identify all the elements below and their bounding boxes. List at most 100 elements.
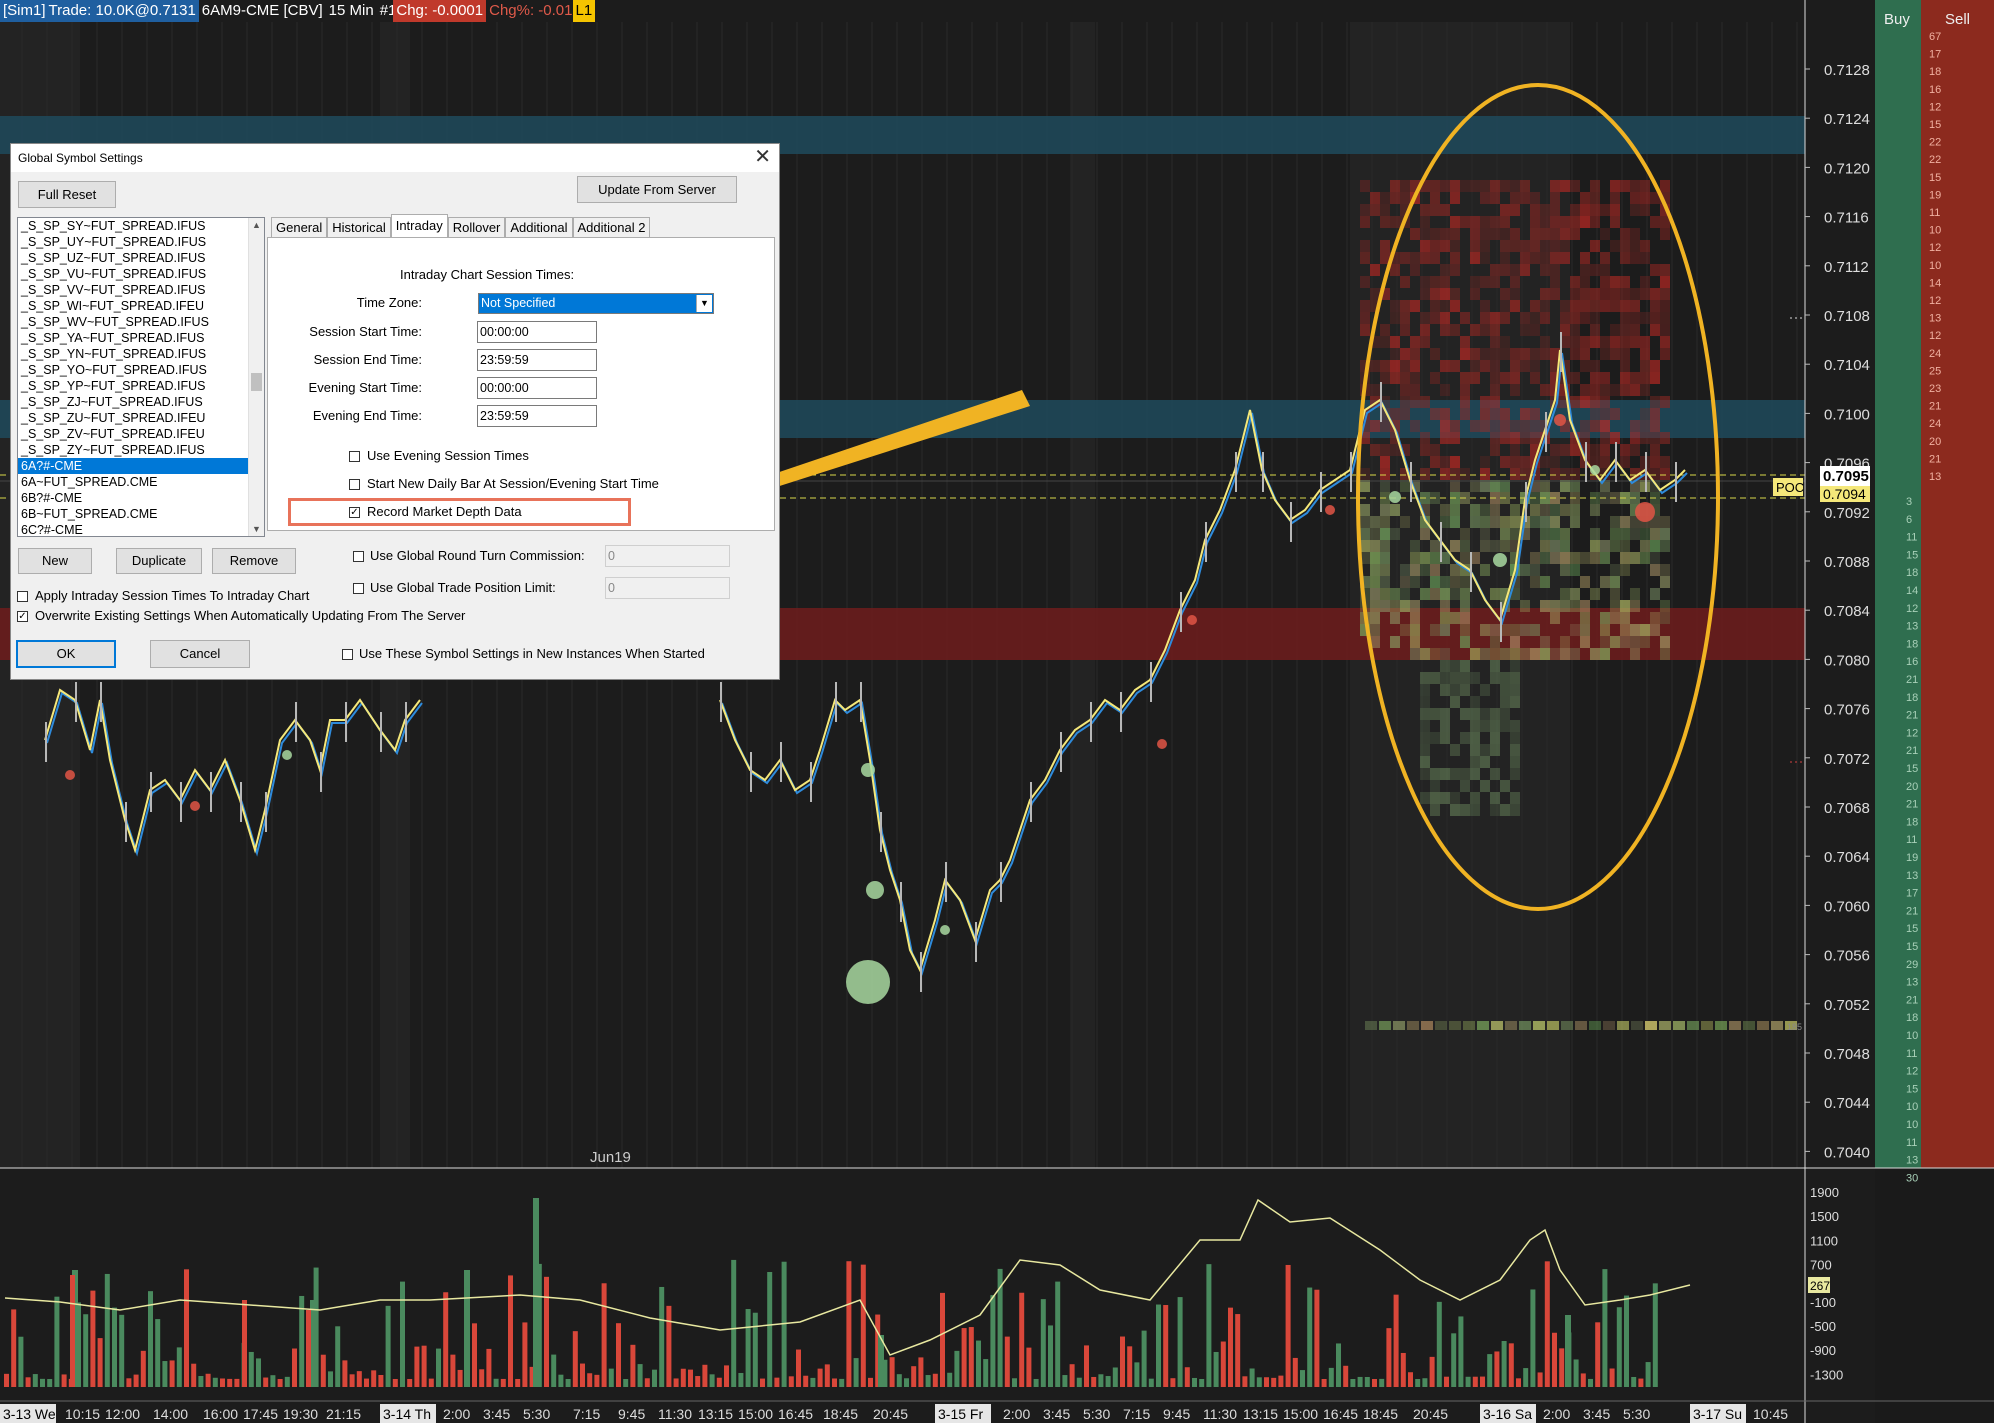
symbol-list-item[interactable]: _S_SP_ZY~FUT_SPREAD.IFUS: [18, 442, 264, 458]
use-new-instances-checkbox[interactable]: [342, 649, 353, 660]
symbol-list-item[interactable]: _S_SP_ZV~FUT_SPREAD.IFEU: [18, 426, 264, 442]
symbol-list-scrollbar[interactable]: ▲ ▼: [248, 218, 264, 536]
remove-button[interactable]: Remove: [212, 548, 296, 574]
symbol-list-item[interactable]: _S_SP_VU~FUT_SPREAD.IFUS: [18, 266, 264, 282]
tab-additional[interactable]: Additional: [505, 217, 573, 237]
session-start-input[interactable]: 00:00:00: [477, 321, 597, 343]
depth-heat-cell: [1500, 372, 1510, 384]
symbol-list[interactable]: _S_SP_SY~FUT_SPREAD.IFUS _S_SP_UY~FUT_SPR…: [17, 217, 265, 537]
volume-bar: [54, 1296, 60, 1387]
depth-heat-cell: [1500, 300, 1510, 312]
volume-bar: [1184, 1367, 1190, 1387]
symbol-list-item[interactable]: _S_SP_YO~FUT_SPREAD.IFUS: [18, 362, 264, 378]
symbol-list-item[interactable]: 6B?#-CME: [18, 490, 264, 506]
depth-heat-cell: [1580, 252, 1590, 264]
close-icon[interactable]: ✕: [754, 146, 771, 168]
volume-bar: [896, 1374, 902, 1387]
volume-bar: [205, 1373, 211, 1387]
use-evening-checkbox[interactable]: [349, 451, 360, 462]
symbol-list-item[interactable]: 6A~FUT_SPREAD.CME: [18, 474, 264, 490]
overwrite-checkbox[interactable]: ✓: [17, 611, 28, 622]
apply-intraday-checkbox[interactable]: [17, 591, 28, 602]
depth-heat-cell: [1420, 216, 1430, 228]
depth-strip-cell: [1701, 1021, 1713, 1030]
symbol-list-item[interactable]: _S_SP_WI~FUT_SPREAD.IFEU: [18, 298, 264, 314]
depth-heat-cell: [1560, 312, 1570, 324]
symbol-list-item[interactable]: _S_SP_SY~FUT_SPREAD.IFUS: [18, 218, 264, 234]
depth-heat-cell: [1450, 588, 1460, 600]
depth-heat-cell: [1480, 360, 1490, 372]
depth-heat-cell: [1610, 204, 1620, 216]
depth-heat-cell: [1490, 228, 1500, 240]
symbol-list-item[interactable]: _S_SP_YA~FUT_SPREAD.IFUS: [18, 330, 264, 346]
symbol-list-item[interactable]: _S_SP_YN~FUT_SPREAD.IFUS: [18, 346, 264, 362]
depth-heat-cell: [1520, 648, 1530, 660]
depth-heat-cell: [1380, 444, 1390, 456]
cancel-button[interactable]: Cancel: [150, 640, 250, 668]
symbol-list-item[interactable]: 6B~FUT_SPREAD.CME: [18, 506, 264, 522]
start-new-daily-checkbox[interactable]: [349, 479, 360, 490]
change-pct-label: Chg%: -0.01: [489, 2, 573, 19]
symbol-list-item[interactable]: 6A?#-CME: [18, 458, 264, 474]
depth-heat-cell: [1480, 516, 1490, 528]
depth-heat-cell: [1580, 276, 1590, 288]
volume-bar: [1408, 1372, 1413, 1387]
depth-heat-cell: [1520, 180, 1530, 192]
time-zone-select[interactable]: Not Specified ▼: [478, 293, 714, 314]
depth-heat-cell: [1660, 456, 1670, 468]
full-reset-button[interactable]: Full Reset: [18, 181, 116, 208]
depth-heat-cell: [1540, 480, 1550, 492]
new-button[interactable]: New: [18, 548, 92, 574]
depth-heat-cell: [1460, 708, 1470, 720]
tab-historical[interactable]: Historical: [327, 217, 391, 237]
ok-button[interactable]: OK: [16, 640, 116, 668]
depth-heat-cell: [1650, 456, 1660, 468]
update-from-server-button[interactable]: Update From Server: [577, 176, 737, 203]
evening-start-input[interactable]: 00:00:00: [477, 377, 597, 399]
sell-depth-value: 67: [1929, 31, 1941, 43]
symbol-list-item[interactable]: _S_SP_WV~FUT_SPREAD.IFUS: [18, 314, 264, 330]
depth-heat-cell: [1480, 228, 1490, 240]
symbol-list-item[interactable]: _S_SP_VV~FUT_SPREAD.IFUS: [18, 282, 264, 298]
sell-depth-value: 20: [1929, 436, 1941, 448]
chevron-down-icon[interactable]: ▼: [696, 295, 712, 312]
depth-heat-cell: [1610, 540, 1620, 552]
symbol-list-item[interactable]: _S_SP_ZJ~FUT_SPREAD.IFUS: [18, 394, 264, 410]
depth-strip-value: 185: [1787, 1022, 1802, 1032]
tab-intraday[interactable]: Intraday: [390, 214, 448, 238]
sell-label: Sell: [1945, 11, 1970, 28]
volume-bar: [1148, 1378, 1154, 1387]
tab-general[interactable]: General: [271, 217, 328, 237]
symbol-list-item[interactable]: 6C?#-CME: [18, 522, 264, 536]
buy-depth-value: 15: [1906, 941, 1918, 953]
symbol-list-item[interactable]: _S_SP_UY~FUT_SPREAD.IFUS: [18, 234, 264, 250]
depth-heat-cell: [1640, 636, 1650, 648]
use-global-position-checkbox[interactable]: [353, 583, 364, 594]
duplicate-button[interactable]: Duplicate: [116, 548, 202, 574]
depth-heat-cell: [1650, 564, 1660, 576]
symbol-list-item[interactable]: _S_SP_UZ~FUT_SPREAD.IFUS: [18, 250, 264, 266]
use-global-commission-checkbox[interactable]: [353, 551, 364, 562]
volume-bar: [40, 1378, 45, 1387]
symbol-list-item[interactable]: _S_SP_ZU~FUT_SPREAD.IFEU: [18, 410, 264, 426]
depth-heat-cell: [1450, 420, 1460, 432]
depth-heat-cell: [1450, 300, 1460, 312]
depth-heat-cell: [1450, 252, 1460, 264]
commission-input[interactable]: 0: [605, 545, 730, 567]
depth-heat-cell: [1440, 708, 1450, 720]
session-end-input[interactable]: 23:59:59: [477, 349, 597, 371]
depth-heat-cell: [1470, 420, 1480, 432]
depth-heat-cell: [1390, 612, 1400, 624]
depth-heat-cell: [1620, 324, 1630, 336]
depth-heat-cell: [1510, 792, 1520, 804]
tab-additional-2[interactable]: Additional 2: [572, 217, 651, 237]
depth-heat-cell: [1440, 288, 1450, 300]
symbol-list-item[interactable]: _S_SP_YP~FUT_SPREAD.IFUS: [18, 378, 264, 394]
depth-heat-cell: [1410, 228, 1420, 240]
tab-rollover[interactable]: Rollover: [447, 217, 506, 237]
evening-end-input[interactable]: 23:59:59: [477, 405, 597, 427]
volume-bar: [414, 1346, 420, 1387]
volume-bar: [1552, 1332, 1557, 1387]
position-input[interactable]: 0: [605, 577, 730, 599]
depth-heat-cell: [1570, 324, 1580, 336]
